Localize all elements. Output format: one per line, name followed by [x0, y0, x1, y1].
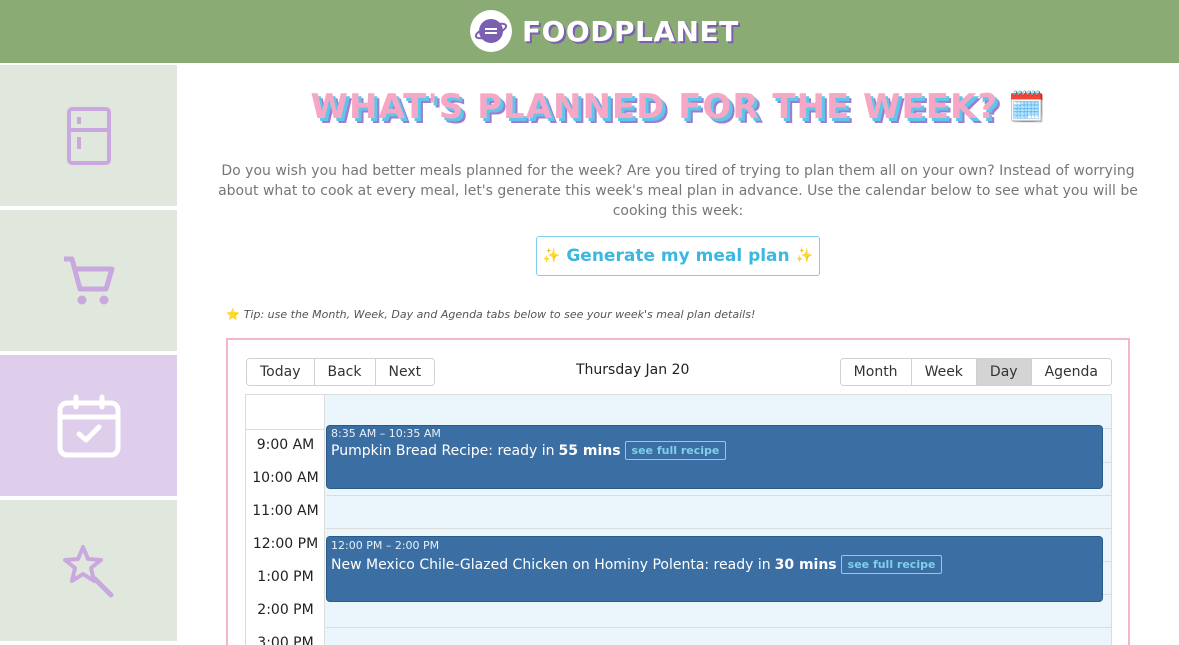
event-title: New Mexico Chile-Glazed Chicken on Homin…	[331, 556, 771, 573]
calendar-event[interactable]: 12:00 PM – 2:00 PM New Mexico Chile-Glaz…	[326, 536, 1103, 602]
time-label: 2:00 PM	[257, 602, 314, 618]
time-label: 1:00 PM	[257, 569, 314, 585]
day-grid: 9:00 AM 10:00 AM 11:00 AM 12:00 PM 1:00 …	[245, 394, 1112, 645]
brand[interactable]: FOODPLANET	[470, 10, 739, 52]
nav-button-group: Today Back Next	[246, 358, 436, 386]
tab-month[interactable]: Month	[840, 359, 912, 385]
tip-label: Tip: use the Month, Week, Day and Agenda…	[243, 308, 756, 321]
event-ready-time: 30 mins	[774, 556, 837, 573]
hour-line	[326, 627, 1111, 628]
page-title: WHAT'S PLANNED FOR THE WEEK?	[310, 87, 999, 127]
see-full-recipe-link[interactable]: see full recipe	[624, 441, 727, 460]
tab-week[interactable]: Week	[911, 359, 977, 385]
sidebar-item-calendar[interactable]	[0, 355, 177, 496]
time-label: 10:00 AM	[252, 470, 319, 486]
time-label: 12:00 PM	[252, 536, 319, 552]
generate-button-label: Generate my meal plan	[566, 246, 790, 266]
star-icon: ⭐	[226, 308, 240, 321]
event-title-row: New Mexico Chile-Glazed Chicken on Homin…	[331, 555, 943, 574]
page-heading: WHAT'S PLANNED FOR THE WEEK? 🗓️	[177, 87, 1179, 127]
sidebar-item-cart[interactable]	[0, 210, 177, 351]
sparkle-icon: ✨	[795, 248, 814, 264]
calendar-event[interactable]: 8:35 AM – 10:35 AM Pumpkin Bread Recipe:…	[326, 425, 1103, 489]
intro-text: Do you wish you had better meals planned…	[218, 163, 1138, 219]
sidebar-item-magic[interactable]	[0, 500, 177, 641]
event-title-row: Pumpkin Bread Recipe: ready in 55 mins s…	[331, 441, 727, 460]
magic-wand-icon	[62, 544, 113, 597]
calendar: Today Back Next Thursday Jan 20 Month We…	[226, 338, 1130, 645]
calendar-icon: 🗓️	[1008, 89, 1046, 125]
time-label: 3:00 PM	[257, 635, 314, 645]
event-time: 8:35 AM – 10:35 AM	[331, 427, 441, 440]
gutter-divider	[246, 429, 325, 430]
time-label: 11:00 AM	[252, 503, 319, 519]
today-button[interactable]: Today	[247, 359, 315, 385]
time-label: 9:00 AM	[256, 437, 315, 453]
event-title: Pumpkin Bread Recipe: ready in	[331, 442, 555, 459]
hour-line	[326, 495, 1111, 496]
see-full-recipe-link[interactable]: see full recipe	[840, 555, 943, 574]
cart-icon	[63, 256, 114, 304]
main-content: WHAT'S PLANNED FOR THE WEEK? 🗓️ Do you w…	[177, 63, 1179, 645]
all-day-row[interactable]	[326, 395, 1111, 429]
fridge-icon	[66, 106, 111, 165]
planet-fork-icon	[470, 10, 512, 52]
calendar-date-label: Thursday Jan 20	[576, 362, 690, 378]
brand-name: FOODPLANET	[522, 14, 739, 48]
hour-line	[326, 528, 1111, 529]
tab-agenda[interactable]: Agenda	[1031, 359, 1111, 385]
sparkle-icon: ✨	[542, 248, 561, 264]
back-button[interactable]: Back	[314, 359, 376, 385]
view-button-group: Month Week Day Agenda	[839, 358, 1112, 386]
sidebar	[0, 63, 177, 645]
event-time: 12:00 PM – 2:00 PM	[331, 539, 440, 552]
tip-text: ⭐ Tip: use the Month, Week, Day and Agen…	[226, 308, 755, 321]
generate-meal-plan-button[interactable]: ✨ Generate my meal plan ✨	[536, 236, 820, 276]
next-button[interactable]: Next	[375, 359, 435, 385]
event-ready-time: 55 mins	[558, 442, 621, 459]
tab-day[interactable]: Day	[976, 359, 1032, 385]
calendar-toolbar: Today Back Next Thursday Jan 20 Month We…	[246, 358, 1112, 386]
top-bar: FOODPLANET	[0, 0, 1179, 63]
calendar-check-icon	[57, 394, 120, 457]
sidebar-item-fridge[interactable]	[0, 65, 177, 206]
